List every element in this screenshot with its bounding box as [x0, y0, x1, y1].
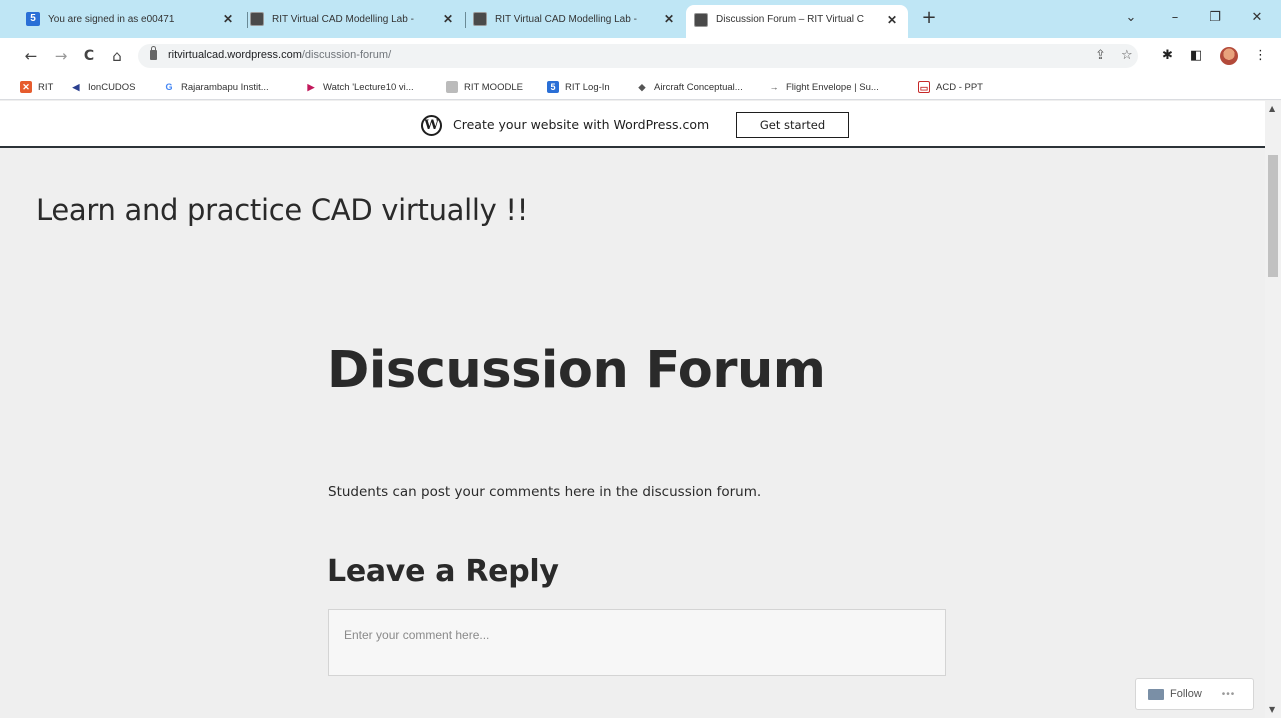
url-domain: ritvirtualcad.wordpress.com [168, 49, 302, 61]
address-bar[interactable]: ritvirtualcad.wordpress.com/discussion-f… [138, 44, 1138, 68]
scrollbar-thumb[interactable] [1268, 155, 1278, 277]
close-icon[interactable]: ✕ [440, 12, 456, 26]
close-window-button[interactable]: ✕ [1242, 7, 1272, 29]
bookmark-label: Flight Envelope | Su... [786, 81, 879, 93]
scroll-up-icon[interactable]: ▲ [1269, 104, 1275, 113]
bookmark-rit[interactable]: ✕ RIT [20, 79, 53, 95]
page-scrollbar[interactable]: ▲ ▼ [1265, 101, 1281, 718]
close-icon[interactable]: ✕ [884, 13, 900, 27]
tab-title: RIT Virtual CAD Modelling Lab - [495, 13, 637, 25]
tab-title: You are signed in as e00471 [48, 13, 175, 25]
arrow-icon: → [769, 82, 779, 92]
follow-label: Follow [1170, 688, 1202, 700]
reload-button[interactable]: C [78, 46, 100, 66]
browser-toolbar: ← → C ⌂ ritvirtualcad.wordpress.com/disc… [0, 38, 1281, 74]
bookmark-label: Watch 'Lecture10 vi... [323, 81, 414, 93]
page-title: Discussion Forum [327, 341, 826, 400]
get-started-button[interactable]: Get started [736, 112, 849, 138]
wordpress-banner: W Create your website with WordPress.com… [0, 101, 1265, 148]
bookmark-favicon-icon: ✕ [20, 81, 32, 93]
tab-signed-in[interactable]: 5 You are signed in as e00471 ✕ [18, 6, 244, 32]
page-content: W Create your website with WordPress.com… [0, 101, 1265, 718]
google-icon: G [165, 82, 173, 92]
forward-button[interactable]: → [50, 46, 72, 66]
profile-avatar[interactable] [1220, 47, 1238, 65]
site-icon [473, 12, 487, 26]
bookmark-acd-ppt[interactable]: ▭ ACD - PPT [918, 79, 983, 95]
bookmark-rit-moodle[interactable]: RIT MOODLE [446, 79, 523, 95]
site-icon [250, 12, 264, 26]
back-button[interactable]: ← [20, 46, 42, 66]
graduation-cap-icon: ◆ [638, 82, 646, 92]
bookmark-rajarambapu[interactable]: G Rajarambapu Instit... [163, 79, 269, 95]
home-button[interactable]: ⌂ [106, 46, 128, 66]
close-icon[interactable]: ✕ [661, 12, 677, 26]
page-body-text: Students can post your comments here in … [328, 484, 762, 500]
s-icon: 5 [26, 12, 40, 26]
follow-button[interactable]: Follow ••• [1135, 678, 1254, 710]
moodle-icon [446, 81, 458, 93]
share-icon[interactable]: ⇪ [1095, 48, 1106, 64]
tab-discussion-forum[interactable]: Discussion Forum – RIT Virtual C ✕ [686, 5, 908, 38]
tab-cad-lab-2[interactable]: RIT Virtual CAD Modelling Lab - ✕ [465, 6, 685, 32]
minimize-button[interactable]: – [1160, 7, 1190, 29]
tab-title: RIT Virtual CAD Modelling Lab - [272, 13, 414, 25]
star-icon[interactable]: ☆ [1121, 48, 1133, 64]
bookmark-flight-envelope[interactable]: → Flight Envelope | Su... [768, 79, 879, 95]
site-icon [694, 12, 708, 27]
close-icon[interactable]: ✕ [220, 12, 236, 26]
bookmark-rit-login[interactable]: 5 RIT Log-In [547, 79, 610, 95]
bookmark-lecture10[interactable]: ▶ Watch 'Lecture10 vi... [305, 79, 414, 95]
url-path: /discussion-forum/ [301, 49, 392, 61]
bookmark-label: Rajarambapu Instit... [181, 81, 269, 93]
bookmark-aircraft[interactable]: ◆ Aircraft Conceptual... [636, 79, 743, 95]
play-icon: ▶ [307, 82, 315, 92]
leave-reply-heading: Leave a Reply [327, 554, 559, 589]
bookmark-label: RIT [38, 81, 54, 93]
wordpress-logo-icon[interactable]: W [421, 115, 442, 136]
comment-input[interactable]: Enter your comment here... [328, 609, 946, 676]
menu-icon[interactable]: ⋮ [1254, 48, 1267, 64]
presentation-icon: ▭ [918, 81, 930, 93]
restore-button[interactable]: ❐ [1200, 7, 1230, 29]
new-tab-button[interactable]: + [918, 8, 940, 30]
graduation-cap-icon: ◀ [72, 82, 80, 92]
bookmarks-bar: ✕ RIT ◀ IonCUDOS G Rajarambapu Instit...… [0, 74, 1281, 100]
comment-placeholder: Enter your comment here... [344, 628, 490, 642]
lock-icon[interactable] [150, 46, 157, 60]
bookmark-label: RIT MOODLE [464, 81, 523, 93]
tab-search-button[interactable]: ⌄ [1116, 7, 1146, 29]
bookmark-label: RIT Log-In [565, 81, 610, 93]
s-icon: 5 [547, 81, 559, 93]
side-panel-icon[interactable]: ◧ [1190, 48, 1202, 64]
scroll-down-icon[interactable]: ▼ [1269, 705, 1275, 714]
tab-title: Discussion Forum – RIT Virtual C [716, 14, 865, 25]
follow-icon [1148, 688, 1164, 700]
bookmark-label: ACD - PPT [936, 81, 983, 93]
bookmark-label: IonCUDOS [88, 81, 136, 93]
extensions-icon[interactable]: ✱ [1162, 48, 1173, 64]
site-title[interactable]: Learn and practice CAD virtually !! [36, 193, 528, 227]
tab-cad-lab-1[interactable]: RIT Virtual CAD Modelling Lab - ✕ [242, 6, 464, 32]
wordpress-banner-text[interactable]: Create your website with WordPress.com [453, 117, 709, 132]
more-options-icon[interactable]: ••• [1222, 689, 1236, 700]
bookmark-ioncudos[interactable]: ◀ IonCUDOS [70, 79, 136, 95]
url-text: ritvirtualcad.wordpress.com/discussion-f… [168, 49, 391, 61]
tab-strip: 5 You are signed in as e00471 ✕ RIT Virt… [0, 0, 1281, 38]
bookmark-label: Aircraft Conceptual... [654, 81, 743, 93]
